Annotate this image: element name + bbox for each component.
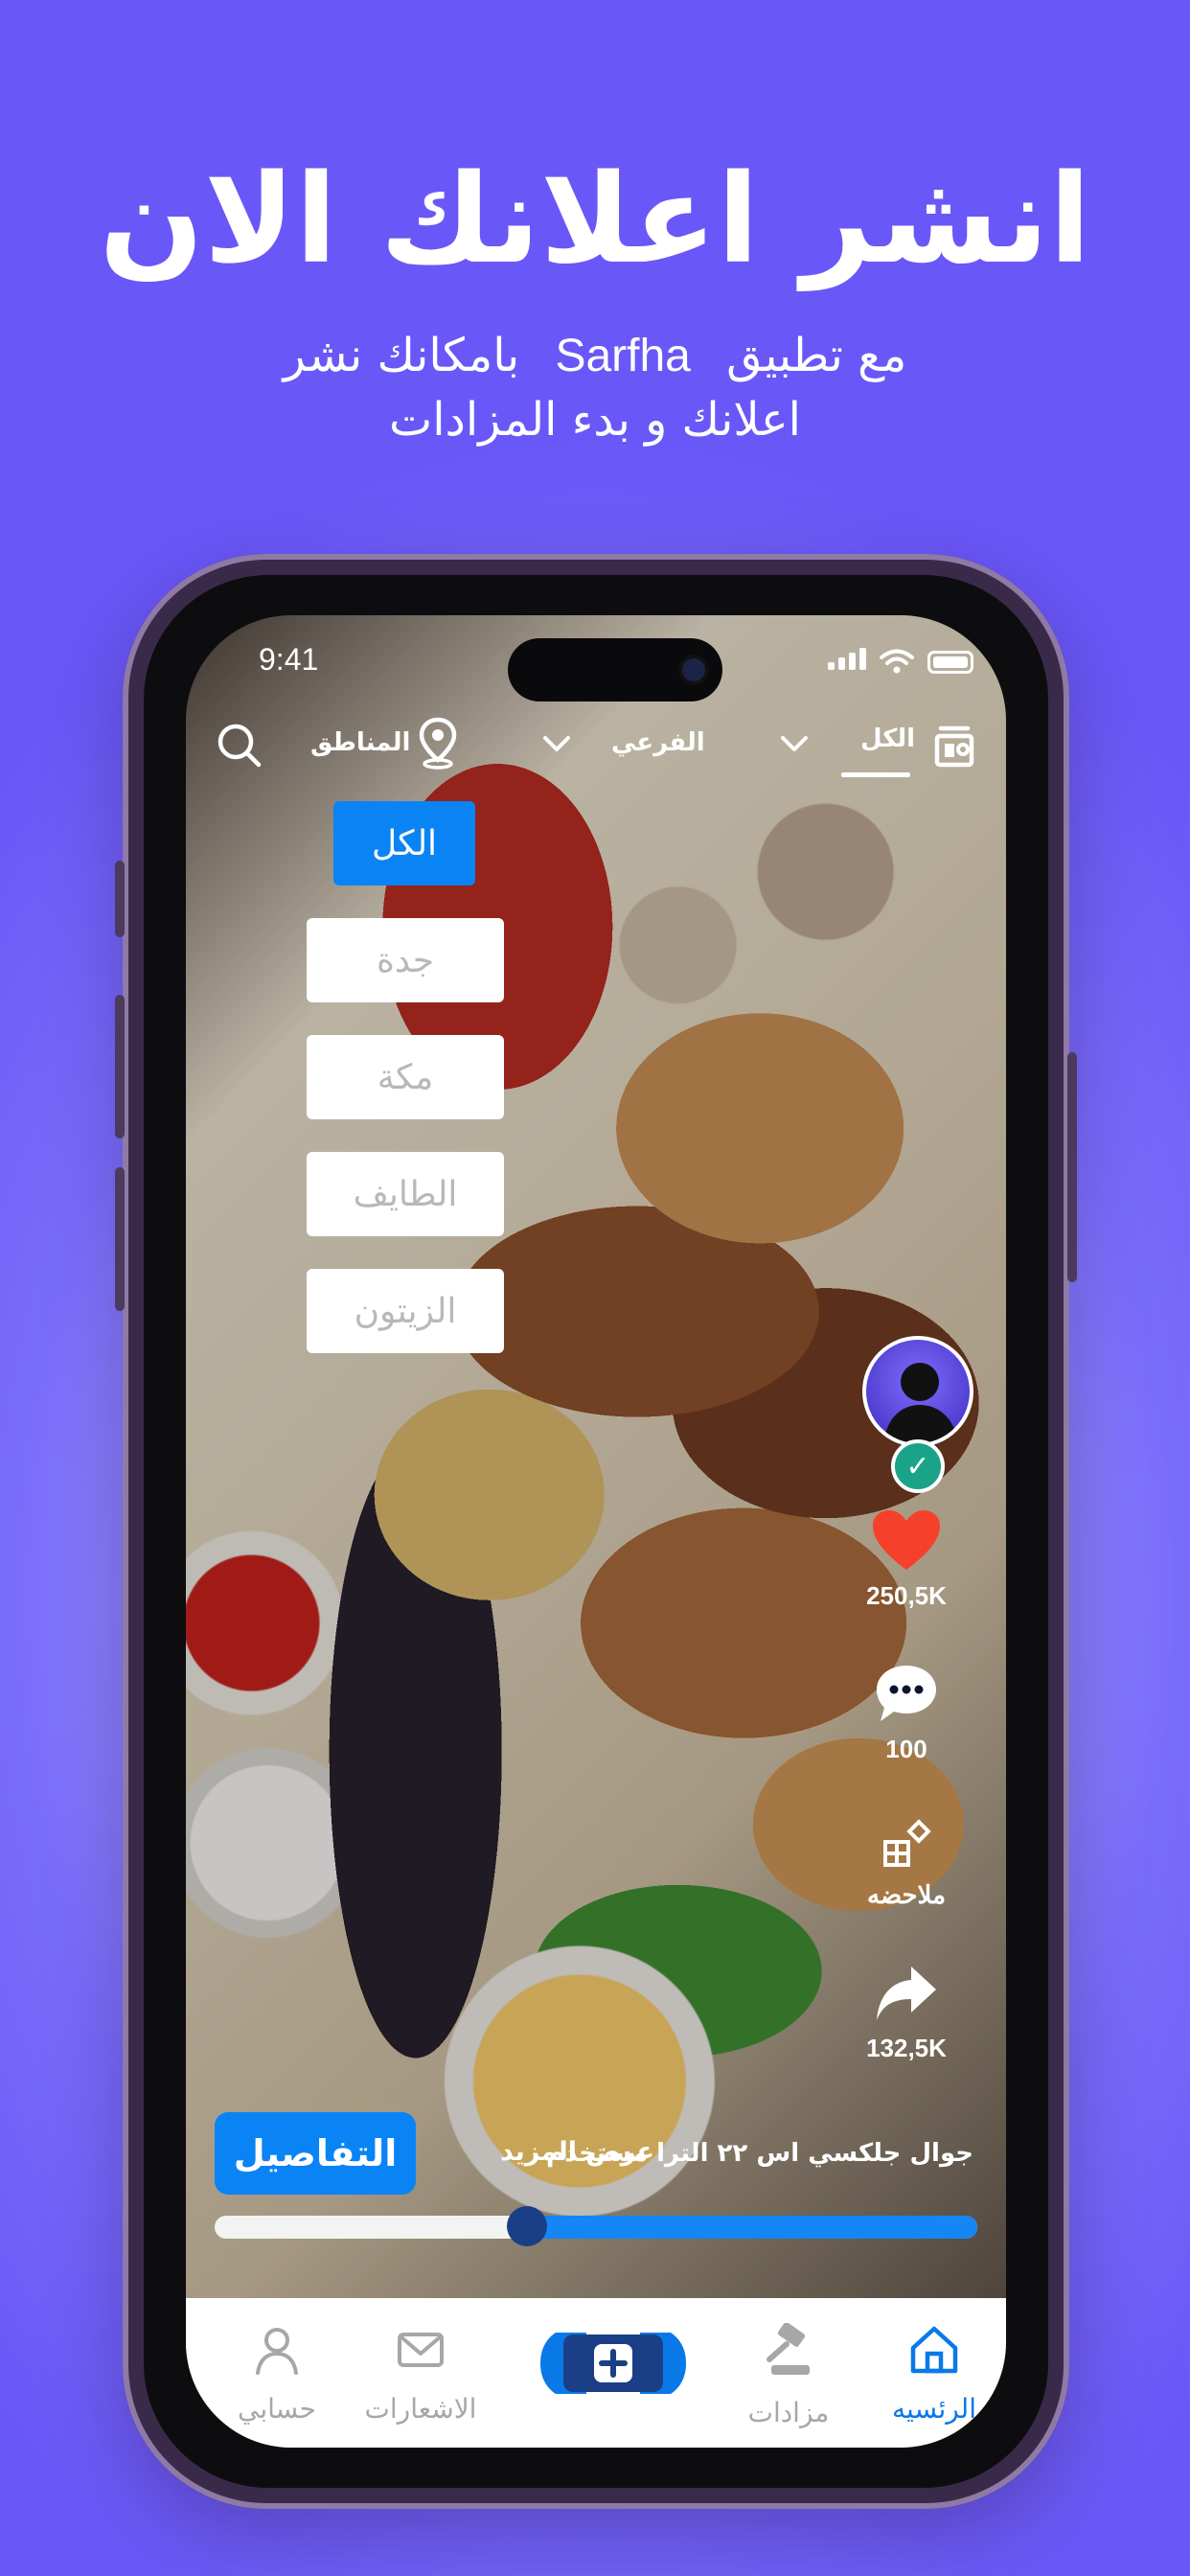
shapes-icon — [883, 1819, 931, 1867]
app-screen: 9:41 المناطق الفرعي الكل الكل جدة مكة ال… — [186, 615, 1006, 2448]
top-filter-bar: المناطق الفرعي الكل — [215, 715, 977, 782]
nav-home-label: الرئسيه — [892, 2393, 976, 2425]
status-icons — [824, 648, 973, 674]
bottom-navigation: الرئسيه مزادات الاشعارات حسابي — [186, 2298, 1006, 2448]
nav-notifications[interactable]: الاشعارات — [349, 2323, 492, 2425]
region-option-zaytoun[interactable]: الزيتون — [307, 1269, 504, 1353]
mail-icon — [398, 2333, 444, 2367]
chevron-down-icon — [781, 736, 808, 751]
gallery-icon[interactable] — [931, 723, 977, 769]
promo-subtitle-part2: بامكانك نشر — [283, 329, 520, 382]
region-option-taif[interactable]: الطايف — [307, 1152, 504, 1236]
all-categories-dropdown[interactable]: الكل — [780, 715, 924, 782]
nav-home[interactable]: الرئسيه — [862, 2323, 1006, 2425]
brand-name: Sarfha — [555, 331, 691, 381]
comment-bubble-icon — [877, 1666, 936, 1721]
nav-account[interactable]: حسابي — [205, 2323, 349, 2425]
note-action[interactable]: ملاحضه — [839, 1817, 973, 1910]
avatar[interactable] — [862, 1336, 973, 1447]
share-arrow-icon — [877, 1966, 936, 2020]
comments-count: 100 — [885, 1735, 927, 1763]
wifi-icon — [880, 649, 914, 674]
region-filter-all[interactable]: الكل — [333, 801, 475, 886]
signal-icon — [824, 648, 866, 674]
likes-count: 250,5K — [866, 1581, 947, 1610]
location-pin-icon — [419, 717, 457, 770]
promo-subtitle-line-2: اعلانك و بدء المزادات — [389, 393, 801, 447]
regions-button[interactable]: المناطق — [310, 715, 464, 772]
all-label: الكل — [860, 724, 916, 753]
camera-icon — [682, 658, 705, 681]
dynamic-island — [508, 638, 722, 702]
phone-side-button — [1067, 1052, 1077, 1282]
subcategory-dropdown[interactable]: الفرعي — [542, 715, 734, 772]
home-icon — [910, 2326, 958, 2374]
promo-subtitle-line-1: مع تطبيق Sarfha بامكانك نشر — [0, 324, 1190, 388]
phone-side-button — [115, 1167, 125, 1311]
promo-subtitle: مع تطبيق Sarfha بامكانك نشر اعلانك و بدء… — [0, 324, 1190, 451]
nav-auctions-label: مزادات — [747, 2397, 830, 2428]
promo-subtitle-part1: مع تطبيق — [726, 329, 907, 382]
person-silhouette-icon — [883, 1363, 958, 1443]
subcategory-label: الفرعي — [611, 728, 705, 757]
note-label: ملاحضه — [867, 1880, 946, 1909]
active-tab-underline — [841, 772, 910, 777]
comments-action[interactable]: 100 — [839, 1662, 973, 1764]
shares-count: 132,5K — [866, 2034, 947, 2062]
auction-progress-bar[interactable] — [215, 2206, 977, 2246]
nav-notifications-label: الاشعارات — [364, 2393, 477, 2425]
gavel-icon — [767, 2322, 810, 2375]
details-button[interactable]: التفاصيل — [215, 2112, 416, 2195]
battery-icon — [927, 651, 973, 674]
search-icon[interactable] — [215, 721, 264, 770]
region-option-makkah[interactable]: مكة — [307, 1035, 504, 1119]
chevron-down-icon — [543, 736, 570, 751]
plus-icon — [540, 2333, 686, 2394]
regions-label: المناطق — [310, 728, 411, 757]
phone-mockup: 9:41 المناطق الفرعي الكل الكل جدة مكة ال… — [115, 554, 1077, 2509]
region-option-jeddah[interactable]: جدة — [307, 918, 504, 1002]
share-action[interactable]: 132,5K — [839, 1963, 973, 2063]
phone-side-button — [115, 861, 125, 937]
progress-fill — [527, 2216, 977, 2239]
status-time: 9:41 — [259, 642, 319, 677]
promo-headline: انشر اعلانك الان — [99, 149, 1092, 291]
nav-account-label: حسابي — [238, 2393, 316, 2425]
user-icon — [256, 2328, 298, 2375]
like-action[interactable]: 250,5K — [839, 1508, 973, 1611]
add-post-button[interactable] — [538, 2331, 688, 2396]
phone-bezel: 9:41 المناطق الفرعي الكل الكل جدة مكة ال… — [144, 575, 1048, 2488]
heart-icon — [873, 1510, 940, 1570]
verified-badge-icon: ✓ — [891, 1439, 945, 1493]
post-description: جوال جلكسي اس ٢٢ الترا مستخدم — [546, 2139, 973, 2168]
phone-side-button — [115, 995, 125, 1138]
nav-auctions[interactable]: مزادات — [717, 2322, 860, 2428]
